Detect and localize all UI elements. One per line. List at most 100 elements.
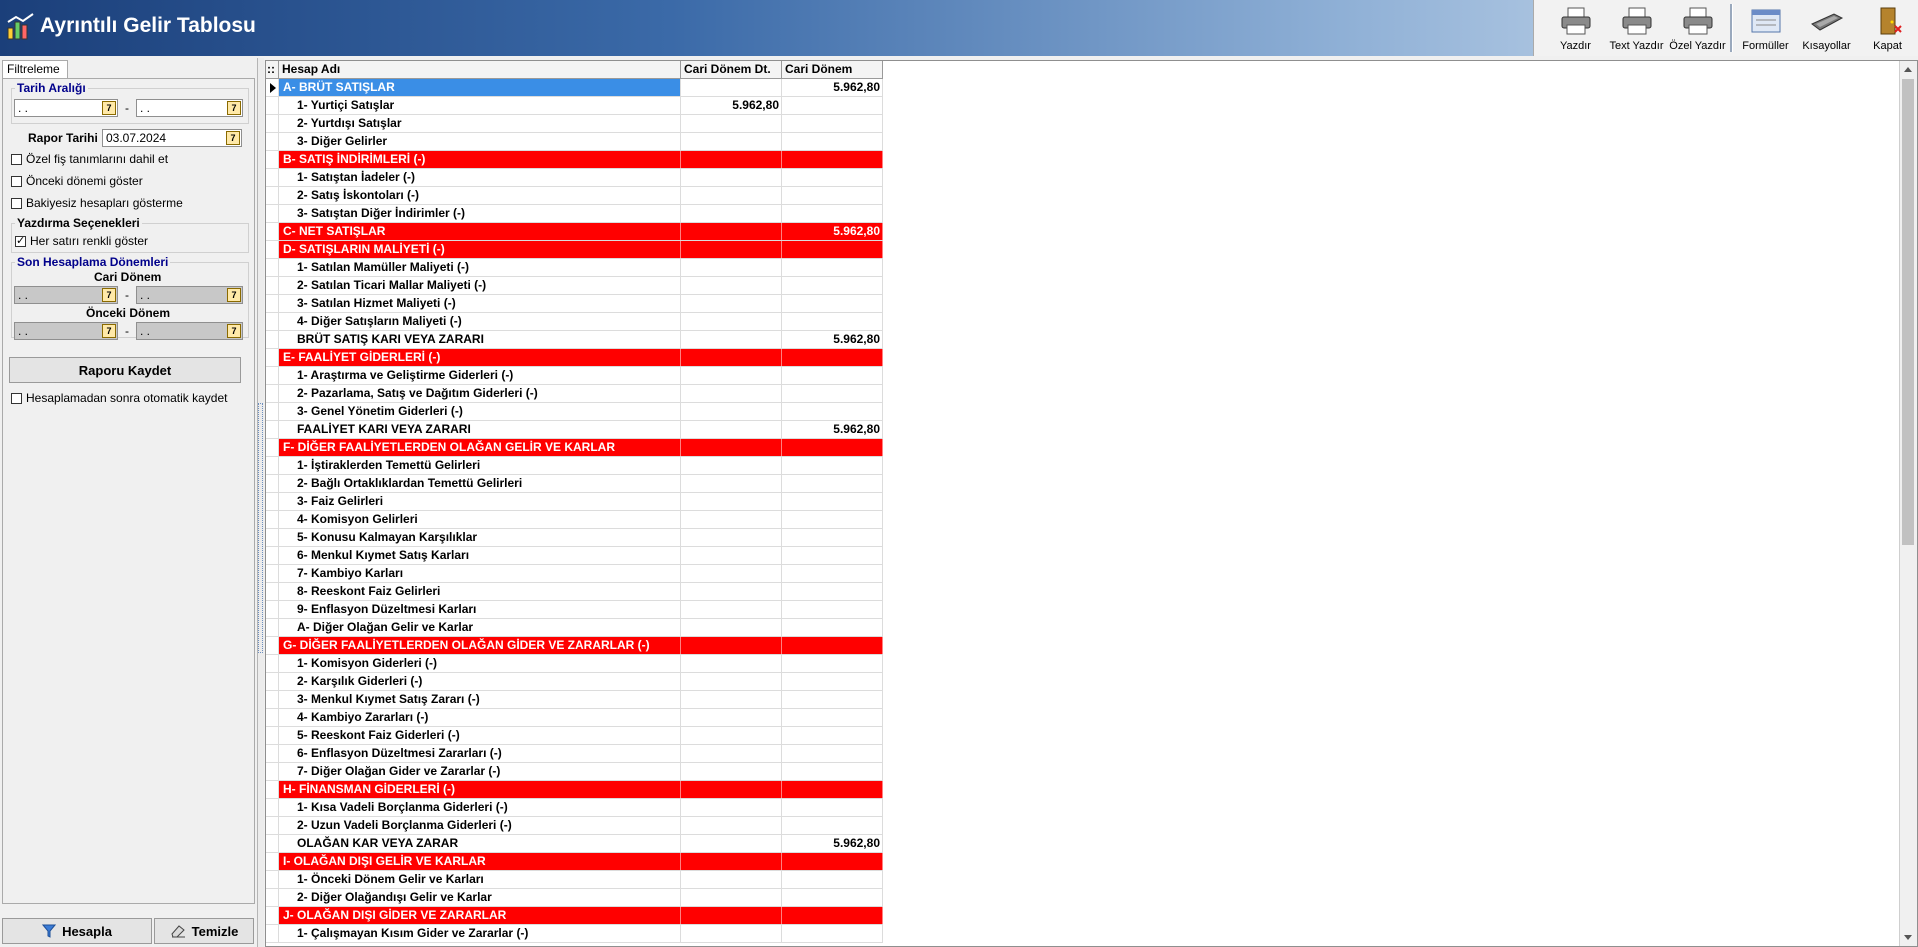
current-period-cell[interactable]	[782, 151, 883, 168]
account-name-cell[interactable]: 2- Uzun Vadeli Borçlanma Giderleri (-)	[279, 817, 681, 834]
current-period-cell[interactable]	[782, 565, 883, 582]
column-account-name[interactable]: Hesap Adı	[279, 61, 681, 78]
current-period-dt-cell[interactable]	[681, 619, 782, 636]
current-period-cell[interactable]	[782, 259, 883, 276]
tab-filter[interactable]: Filtreleme	[2, 60, 68, 78]
current-period-dt-cell[interactable]	[681, 745, 782, 762]
account-name-cell[interactable]: 9- Enflasyon Düzeltmesi Karları	[279, 601, 681, 618]
table-row[interactable]: 1- Araştırma ve Geliştirme Giderleri (-)	[266, 367, 883, 385]
current-period-cell[interactable]	[782, 547, 883, 564]
account-name-cell[interactable]: 2- Karşılık Giderleri (-)	[279, 673, 681, 690]
custom-fis-checkbox[interactable]: Özel fiş tanımlarını dahil et	[11, 152, 168, 166]
current-period-dt-cell[interactable]	[681, 133, 782, 150]
table-row[interactable]: F- DİĞER FAALİYETLERDEN OLAĞAN GELİR VE …	[266, 439, 883, 457]
current-period-dt-cell[interactable]	[681, 295, 782, 312]
current-period-dt-cell[interactable]	[681, 817, 782, 834]
account-name-cell[interactable]: B- SATIŞ İNDİRİMLERİ (-)	[279, 151, 681, 168]
current-period-dt-cell[interactable]	[681, 187, 782, 204]
table-row[interactable]: 3- Genel Yönetim Giderleri (-)	[266, 403, 883, 421]
table-row[interactable]: 3- Diğer Gelirler	[266, 133, 883, 151]
current-period-dt-cell[interactable]	[681, 673, 782, 690]
current-period-dt-cell[interactable]	[681, 511, 782, 528]
table-row[interactable]: 7- Diğer Olağan Gider ve Zararlar (-)	[266, 763, 883, 781]
clear-button[interactable]: Temizle	[154, 918, 254, 944]
current-period-dt-cell[interactable]	[681, 565, 782, 582]
account-name-cell[interactable]: 7- Diğer Olağan Gider ve Zararlar (-)	[279, 763, 681, 780]
account-name-cell[interactable]: 2- Diğer Olağandışı Gelir ve Karlar	[279, 889, 681, 906]
account-name-cell[interactable]: 8- Reeskont Faiz Gelirleri	[279, 583, 681, 600]
current-period-cell[interactable]	[782, 529, 883, 546]
account-name-cell[interactable]: E- FAALİYET GİDERLERİ (-)	[279, 349, 681, 366]
current-period-dt-cell[interactable]	[681, 529, 782, 546]
account-name-cell[interactable]: 4- Kambiyo Zararları (-)	[279, 709, 681, 726]
current-period-cell[interactable]	[782, 799, 883, 816]
table-row[interactable]: 2- Bağlı Ortaklıklardan Temettü Gelirler…	[266, 475, 883, 493]
account-name-cell[interactable]: G- DİĞER FAALİYETLERDEN OLAĞAN GİDER VE …	[279, 637, 681, 654]
current-period-dt-cell[interactable]	[681, 475, 782, 492]
current-period-dt-cell[interactable]	[681, 277, 782, 294]
current-period-dt-cell[interactable]	[681, 763, 782, 780]
table-row[interactable]: 3- Satıştan Diğer İndirimler (-)	[266, 205, 883, 223]
current-period-cell[interactable]	[782, 673, 883, 690]
print-button[interactable]: Yazdır	[1545, 0, 1606, 56]
table-row[interactable]: 1- Yurtiçi Satışlar 5.962,80	[266, 97, 883, 115]
current-period-dt-cell[interactable]	[681, 709, 782, 726]
account-name-cell[interactable]: 6- Menkul Kıymet Satış Karları	[279, 547, 681, 564]
account-name-cell[interactable]: 1- Araştırma ve Geliştirme Giderleri (-)	[279, 367, 681, 384]
current-period-cell[interactable]	[782, 691, 883, 708]
report-date-input[interactable]: 03.07.2024 7	[102, 129, 242, 147]
current-period-dt-cell[interactable]	[681, 727, 782, 744]
current-period-cell[interactable]	[782, 709, 883, 726]
current-period-cell[interactable]	[782, 763, 883, 780]
table-row[interactable]: 1- Önceki Dönem Gelir ve Karları	[266, 871, 883, 889]
current-period-dt-cell[interactable]	[681, 349, 782, 366]
table-row[interactable]: J- OLAĞAN DIŞI GİDER VE ZARARLAR	[266, 907, 883, 925]
scroll-up-icon[interactable]	[1904, 67, 1912, 72]
current-period-dt-cell[interactable]	[681, 601, 782, 618]
account-name-cell[interactable]: 3- Menkul Kıymet Satış Zararı (-)	[279, 691, 681, 708]
account-name-cell[interactable]: 1- Satıştan İadeler (-)	[279, 169, 681, 186]
current-period-cell[interactable]	[782, 745, 883, 762]
current-period-cell[interactable]	[782, 475, 883, 492]
current-period-dt-cell[interactable]	[681, 925, 782, 942]
table-row[interactable]: 2- Satış İskontoları (-)	[266, 187, 883, 205]
date-start-input[interactable]: . . 7	[14, 99, 118, 117]
table-row[interactable]: 2- Uzun Vadeli Borçlanma Giderleri (-)	[266, 817, 883, 835]
account-name-cell[interactable]: 1- Önceki Dönem Gelir ve Karları	[279, 871, 681, 888]
current-period-dt-cell[interactable]	[681, 169, 782, 186]
column-current-period-dt[interactable]: Cari Dönem Dt.	[681, 61, 782, 78]
current-period-cell[interactable]: 5.962,80	[782, 223, 883, 240]
scrollbar-thumb[interactable]	[1902, 79, 1914, 545]
current-period-dt-cell[interactable]	[681, 385, 782, 402]
current-period-cell[interactable]	[782, 97, 883, 114]
current-period-dt-cell[interactable]	[681, 439, 782, 456]
table-row[interactable]: 8- Reeskont Faiz Gelirleri	[266, 583, 883, 601]
account-name-cell[interactable]: F- DİĞER FAALİYETLERDEN OLAĞAN GELİR VE …	[279, 439, 681, 456]
account-name-cell[interactable]: 5- Reeskont Faiz Giderleri (-)	[279, 727, 681, 744]
close-button[interactable]: Kapat	[1857, 0, 1918, 56]
current-period-cell[interactable]	[782, 439, 883, 456]
current-period-cell[interactable]: 5.962,80	[782, 421, 883, 438]
table-row[interactable]: 7- Kambiyo Karları	[266, 565, 883, 583]
current-period-cell[interactable]	[782, 907, 883, 924]
current-period-cell[interactable]: 5.962,80	[782, 79, 883, 96]
account-name-cell[interactable]: 1- Çalışmayan Kısım Gider ve Zararlar (-…	[279, 925, 681, 942]
account-name-cell[interactable]: D- SATIŞLARIN MALİYETİ (-)	[279, 241, 681, 258]
account-name-cell[interactable]: 3- Satıştan Diğer İndirimler (-)	[279, 205, 681, 222]
table-row[interactable]: 5- Konusu Kalmayan Karşılıklar	[266, 529, 883, 547]
current-period-dt-cell[interactable]	[681, 79, 782, 96]
account-name-cell[interactable]: 2- Satılan Ticari Mallar Maliyeti (-)	[279, 277, 681, 294]
account-name-cell[interactable]: FAALİYET KARI VEYA ZARARI	[279, 421, 681, 438]
table-row[interactable]: A- Diğer Olağan Gelir ve Karlar	[266, 619, 883, 637]
table-row[interactable]: 4- Kambiyo Zararları (-)	[266, 709, 883, 727]
current-period-cell[interactable]	[782, 367, 883, 384]
current-period-dt-cell[interactable]: 5.962,80	[681, 97, 782, 114]
account-name-cell[interactable]: BRÜT SATIŞ KARI VEYA ZARARI	[279, 331, 681, 348]
current-period-cell[interactable]	[782, 457, 883, 474]
account-name-cell[interactable]: 5- Konusu Kalmayan Karşılıklar	[279, 529, 681, 546]
current-period-cell[interactable]	[782, 511, 883, 528]
current-period-cell[interactable]	[782, 241, 883, 258]
colored-rows-checkbox[interactable]: ✓ Her satırı renkli göster	[15, 234, 148, 248]
current-period-cell[interactable]	[782, 817, 883, 834]
custom-print-button[interactable]: Özel Yazdır	[1667, 0, 1728, 56]
